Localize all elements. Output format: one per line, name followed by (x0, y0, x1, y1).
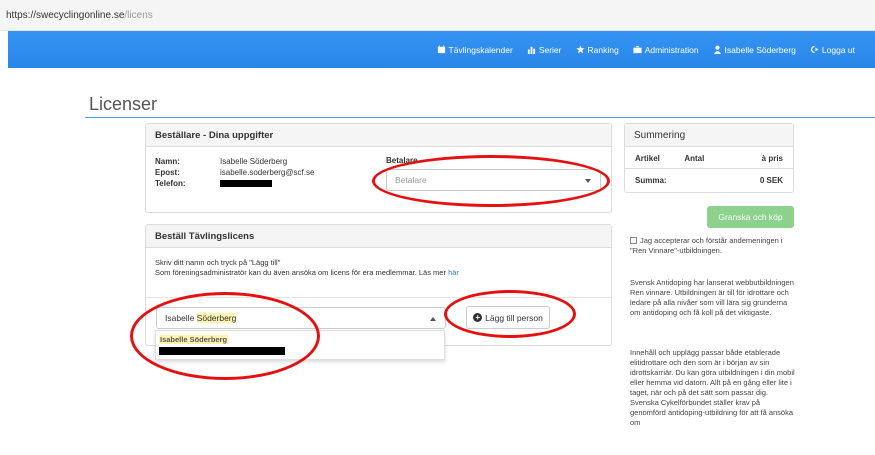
chevron-up-icon (430, 317, 436, 321)
nav-user-profile[interactable]: Isabelle Söderberg (713, 45, 796, 55)
briefcase-icon (633, 45, 642, 54)
url-path: /licens (124, 10, 153, 21)
chevron-down-icon (585, 179, 591, 183)
bar-chart-icon (527, 46, 535, 54)
redacted-option[interactable] (159, 347, 285, 355)
star-icon (575, 45, 585, 54)
consent-checkbox[interactable] (630, 237, 637, 244)
payer-select[interactable]: Betalare (386, 169, 601, 191)
url-host: https://swecyclingonline.se (6, 10, 125, 21)
summary-columns: Artikel Antal à pris (635, 154, 783, 163)
antidoping-info: Svensk Antidoping har lanserat webbutbil… (630, 278, 794, 317)
consent-checkbox-row[interactable]: Jag accepterar och förstår andemeningen … (630, 236, 795, 256)
person-search-select[interactable]: Isabelle Söderberg (156, 307, 446, 329)
nav-serier[interactable]: Serier (527, 45, 562, 55)
license-help-text: Skriv ditt namn och tryck på "Lägg till"… (155, 258, 459, 277)
read-more-link[interactable]: här (448, 268, 459, 277)
payer-label: Betalare (386, 156, 418, 165)
summary-panel: Summering Artikel Antal à pris Summa: 0 … (624, 123, 794, 193)
phone-row: Telefon: (155, 179, 272, 188)
dropdown-option[interactable]: Isabelle Söderberg (159, 335, 229, 344)
name-row: Namn: Isabelle Söderberg (155, 157, 288, 166)
plus-circle-icon: + (473, 313, 483, 322)
license-heading: Beställ Tävlingslicens (146, 225, 611, 248)
summary-total: Summa: 0 SEK (635, 176, 783, 185)
logout-icon (810, 45, 819, 54)
add-person-button[interactable]: + Lägg till person (466, 306, 550, 329)
user-icon (713, 45, 721, 54)
review-and-buy-button[interactable]: Granska och köp (707, 206, 794, 228)
email-row: Epost: isabelle.soderberg@scf.se (155, 168, 315, 177)
title-divider (85, 117, 875, 118)
top-navbar: Tävlingskalender Serier Ranking Administ… (8, 31, 875, 68)
calendar-icon (437, 45, 445, 54)
antidoping-info-2: Innehåll och upplägg passar både etabler… (630, 348, 795, 427)
nav-administration[interactable]: Administration (633, 45, 699, 55)
orderer-heading: Beställare - Dina uppgifter (146, 124, 611, 147)
nav-ranking[interactable]: Ranking (575, 45, 619, 55)
license-panel: Beställ Tävlingslicens Skriv ditt namn o… (145, 224, 612, 346)
orderer-panel: Beställare - Dina uppgifter Namn: Isabel… (145, 123, 612, 213)
redacted-phone (220, 180, 272, 188)
summary-heading: Summering (625, 124, 793, 147)
nav-tavlingskalender[interactable]: Tävlingskalender (437, 45, 513, 55)
person-search-dropdown: Isabelle Söderberg (155, 330, 445, 360)
page-title: Licenser (89, 94, 158, 114)
nav-logout[interactable]: Logga ut (810, 45, 855, 55)
address-bar[interactable]: https://swecyclingonline.se/licens (0, 0, 875, 31)
